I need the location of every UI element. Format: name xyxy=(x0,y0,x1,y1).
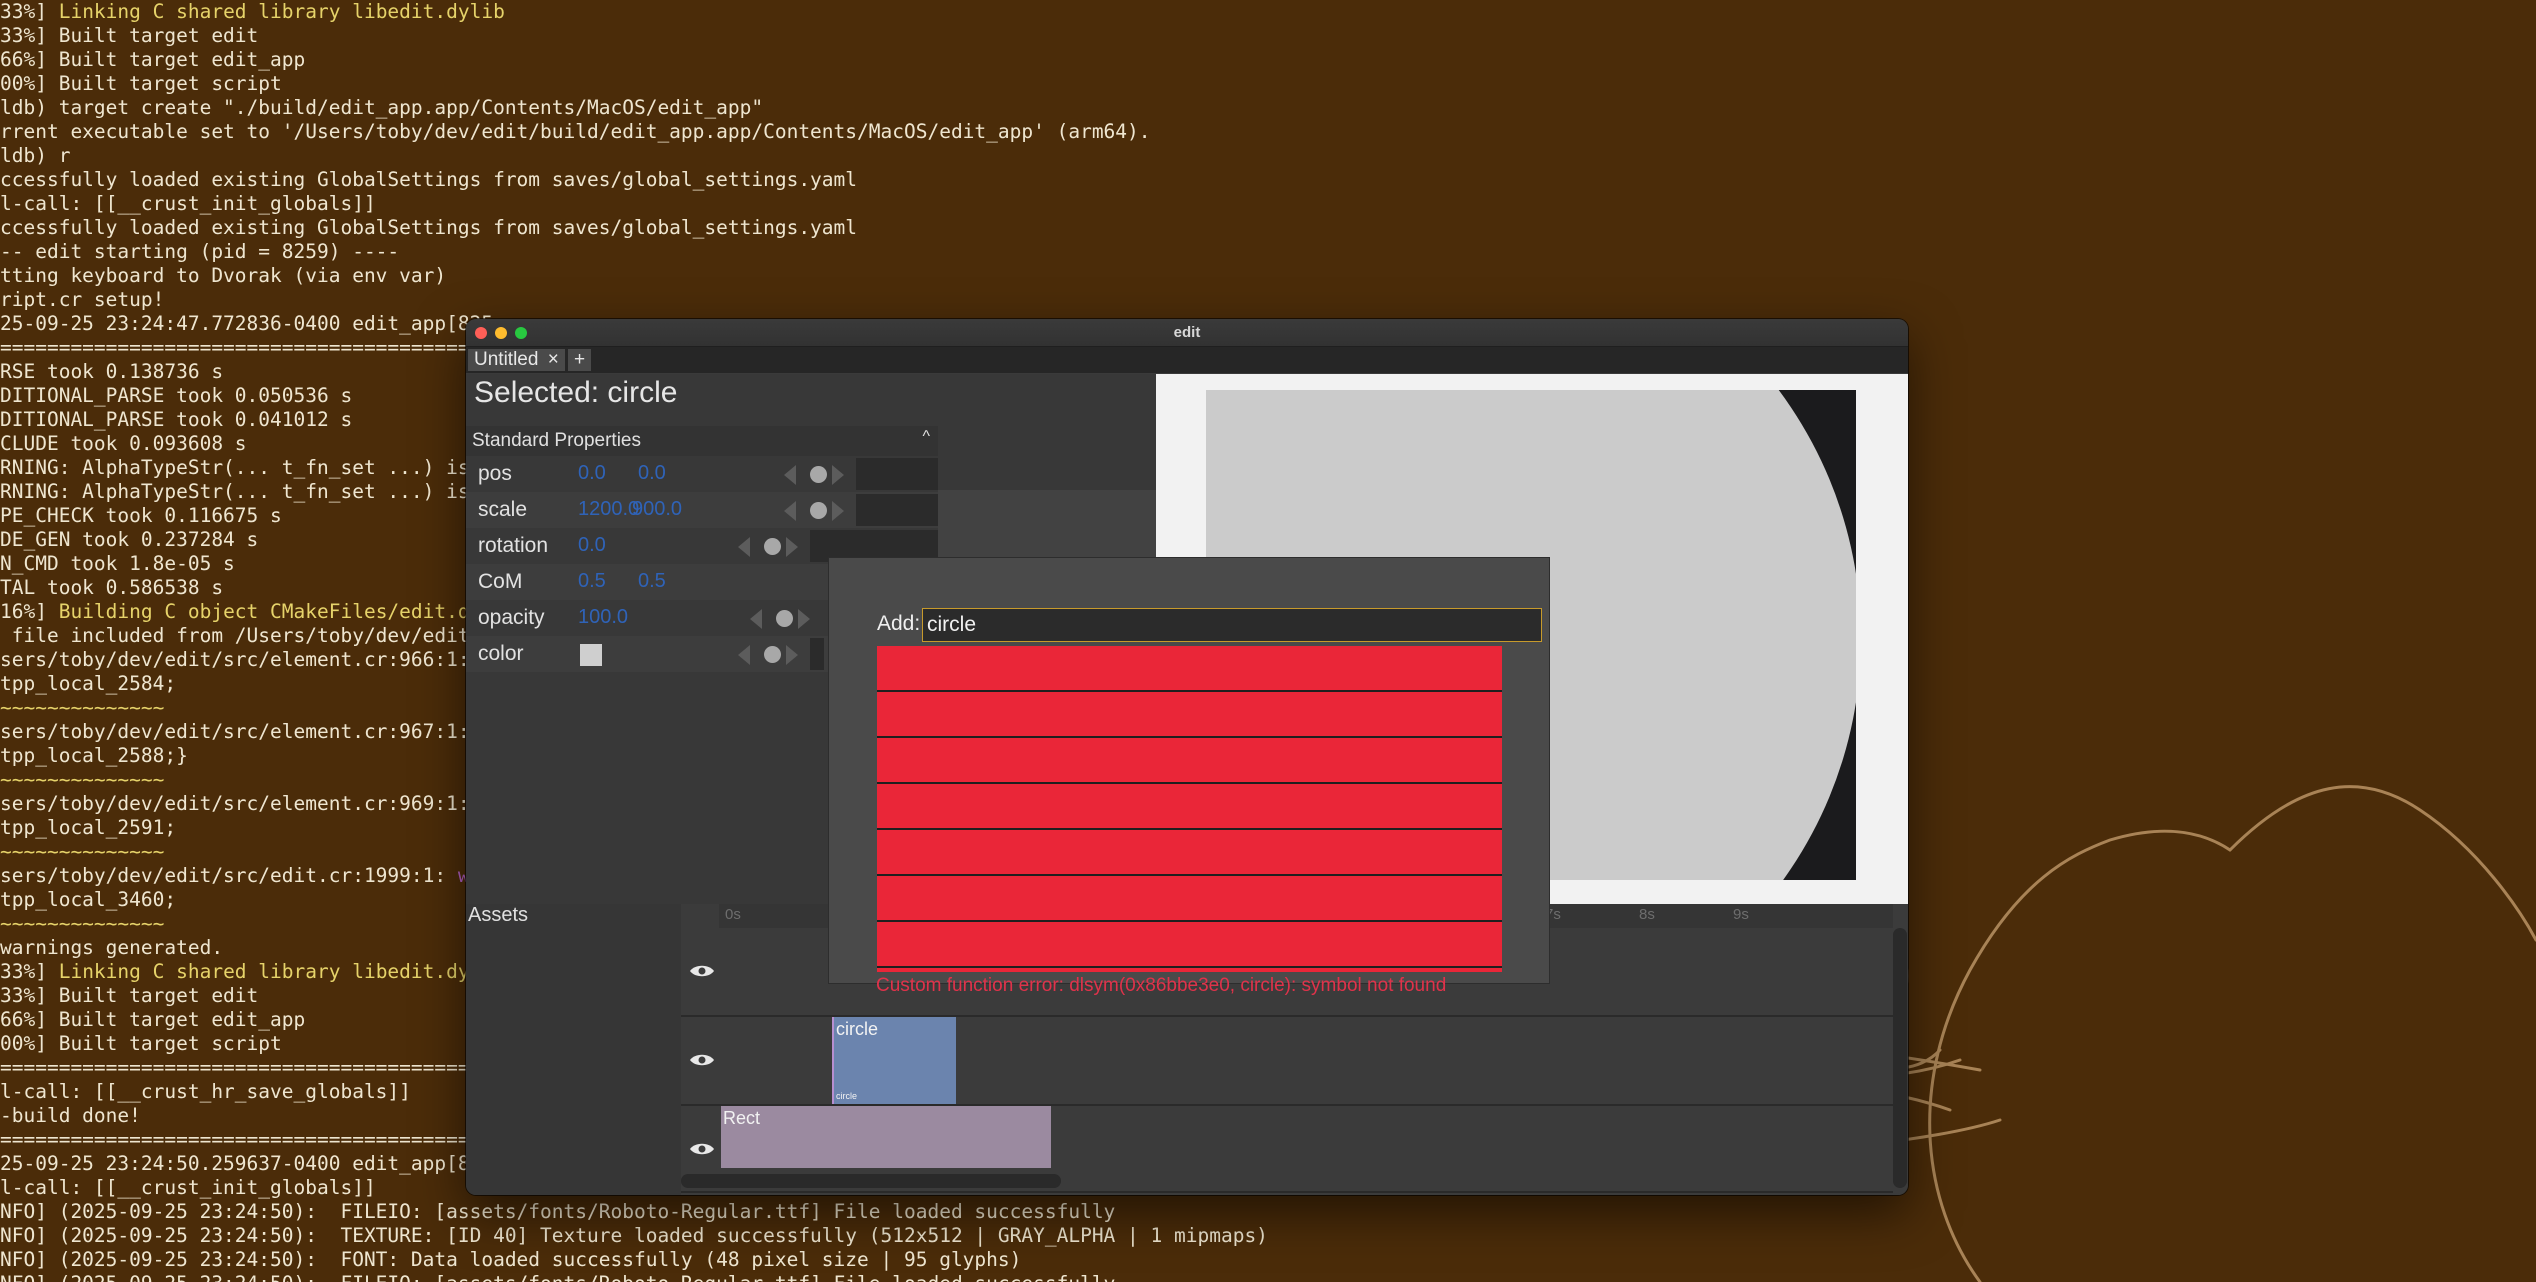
timeline-vertical-scrollbar[interactable] xyxy=(1893,928,1907,1188)
keyframe-toggle-icon[interactable] xyxy=(810,502,827,519)
pos-x-value[interactable]: 0.0 xyxy=(578,462,606,485)
add-label: Add: xyxy=(877,612,921,635)
add-result-item[interactable] xyxy=(877,784,1502,828)
eye-icon[interactable] xyxy=(689,964,715,978)
error-message: Custom function error: dlsym(0x86bbe3e0,… xyxy=(876,975,1447,996)
standard-properties-label: Standard Properties xyxy=(472,430,641,451)
property-extra-field[interactable] xyxy=(856,458,938,490)
add-results-list[interactable] xyxy=(877,646,1502,972)
terminal-line: 00%] Built target script xyxy=(0,72,282,95)
color-swatch[interactable] xyxy=(580,644,602,666)
tab-label: Untitled xyxy=(474,349,539,370)
terminal-line: ript.cr setup! xyxy=(0,288,165,311)
keyframe-toggle-icon[interactable] xyxy=(764,538,781,555)
scale-y-value[interactable]: 900.0 xyxy=(632,498,682,521)
add-result-item[interactable] xyxy=(877,692,1502,736)
assets-label: Assets xyxy=(468,904,529,926)
keyframe-next-icon[interactable] xyxy=(786,645,798,665)
timeline-track: circle circle xyxy=(681,1017,1893,1106)
terminal-line: 33%] Linking C shared library libedit.dy… xyxy=(0,0,505,23)
clip-label: circle xyxy=(836,1019,879,1039)
terminal-line: tting keyboard to Dvorak (via env var) xyxy=(0,264,447,287)
collapse-caret-icon[interactable]: ^ xyxy=(922,428,930,446)
clip-sublabel: circle xyxy=(836,1091,858,1101)
keyframe-prev-icon[interactable] xyxy=(750,609,762,629)
scale-x-value[interactable]: 1200.0 xyxy=(578,498,639,521)
property-label: CoM xyxy=(478,570,523,593)
add-result-item[interactable] xyxy=(877,738,1502,782)
close-tab-icon[interactable]: × xyxy=(548,349,559,370)
terminal-line: l-call: [[__crust_init_globals]] xyxy=(0,192,376,215)
terminal-line: ccessfully loaded existing GlobalSetting… xyxy=(0,168,858,191)
keyframe-next-icon[interactable] xyxy=(786,537,798,557)
com-x-value[interactable]: 0.5 xyxy=(578,570,606,593)
terminal-line: 66%] Built target edit_app xyxy=(0,48,306,71)
assets-panel: Assets xyxy=(466,904,681,1195)
timeline-tick: 0s xyxy=(725,906,741,923)
property-label: pos xyxy=(478,462,512,485)
timeline-clip-rect[interactable]: Rect xyxy=(721,1106,1051,1168)
timeline-tick: 8s xyxy=(1639,906,1655,923)
add-result-item[interactable] xyxy=(877,968,1502,972)
terminal-line: -- edit starting (pid = 8259) ---- xyxy=(0,240,400,263)
property-label: rotation xyxy=(478,534,549,557)
opacity-value[interactable]: 100.0 xyxy=(578,606,628,629)
keyframe-toggle-icon[interactable] xyxy=(776,610,793,627)
add-result-item[interactable] xyxy=(877,830,1502,874)
keyframe-prev-icon[interactable] xyxy=(738,645,750,665)
terminal-line: 33%] Built target edit xyxy=(0,24,259,47)
property-label: color xyxy=(478,642,524,665)
keyframe-toggle-icon[interactable] xyxy=(810,466,827,483)
new-tab-button[interactable]: + xyxy=(568,349,592,371)
window-title: edit xyxy=(1173,324,1201,341)
keyframe-next-icon[interactable] xyxy=(798,609,810,629)
property-label: opacity xyxy=(478,606,545,629)
keyframe-toggle-icon[interactable] xyxy=(764,646,781,663)
add-result-item[interactable] xyxy=(877,876,1502,920)
window-titlebar[interactable]: edit xyxy=(466,319,1908,347)
add-element-popup: Add: xyxy=(828,557,1550,984)
keyframe-prev-icon[interactable] xyxy=(784,501,796,521)
clip-label: Rect xyxy=(723,1108,761,1128)
property-row-scale: scale 1200.0 900.0 xyxy=(466,492,938,528)
keyframe-next-icon[interactable] xyxy=(832,501,844,521)
rotation-value[interactable]: 0.0 xyxy=(578,534,606,557)
terminal-line: ldb) r xyxy=(0,144,71,167)
timeline-clip-circle[interactable]: circle circle xyxy=(832,1017,956,1104)
property-extra-field[interactable] xyxy=(856,494,938,526)
tab-untitled[interactable]: Untitled × xyxy=(468,349,565,371)
eye-icon[interactable] xyxy=(689,1142,715,1156)
keyframe-prev-icon[interactable] xyxy=(784,465,796,485)
keyframe-next-icon[interactable] xyxy=(832,465,844,485)
eye-icon[interactable] xyxy=(689,1053,715,1067)
terminal-line: ccessfully loaded existing GlobalSetting… xyxy=(0,216,858,239)
property-extra-field[interactable] xyxy=(810,638,824,670)
tab-bar: Untitled × + xyxy=(466,347,1908,373)
terminal-line: ldb) target create "./build/edit_app.app… xyxy=(0,96,764,119)
pos-y-value[interactable]: 0.0 xyxy=(638,462,666,485)
com-y-value[interactable]: 0.5 xyxy=(638,570,666,593)
add-result-item[interactable] xyxy=(877,646,1502,690)
add-result-item[interactable] xyxy=(877,922,1502,966)
add-search-input[interactable] xyxy=(922,608,1542,642)
selected-title: Selected: circle xyxy=(474,376,678,409)
property-label: scale xyxy=(478,498,528,521)
timeline-horizontal-scrollbar[interactable] xyxy=(681,1174,1061,1188)
standard-properties-header[interactable]: Standard Properties ^ xyxy=(466,426,938,456)
property-row-pos: pos 0.0 0.0 xyxy=(466,456,938,492)
terminal-line: rrent executable set to '/Users/toby/dev… xyxy=(0,120,1151,143)
keyframe-prev-icon[interactable] xyxy=(738,537,750,557)
timeline-tick: 9s xyxy=(1733,906,1749,923)
